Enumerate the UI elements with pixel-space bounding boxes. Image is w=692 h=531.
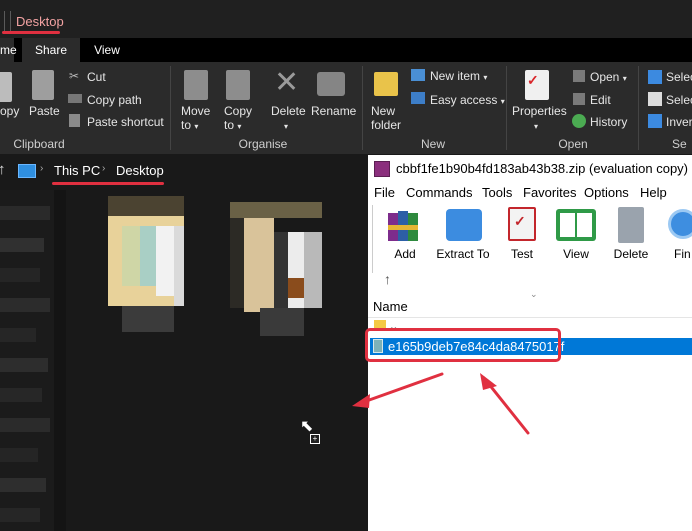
arrow-to-desktop [356,372,444,406]
annotation-arrows [352,372,530,435]
arrow-head-left [352,394,370,408]
arrow-head-up [480,373,497,390]
